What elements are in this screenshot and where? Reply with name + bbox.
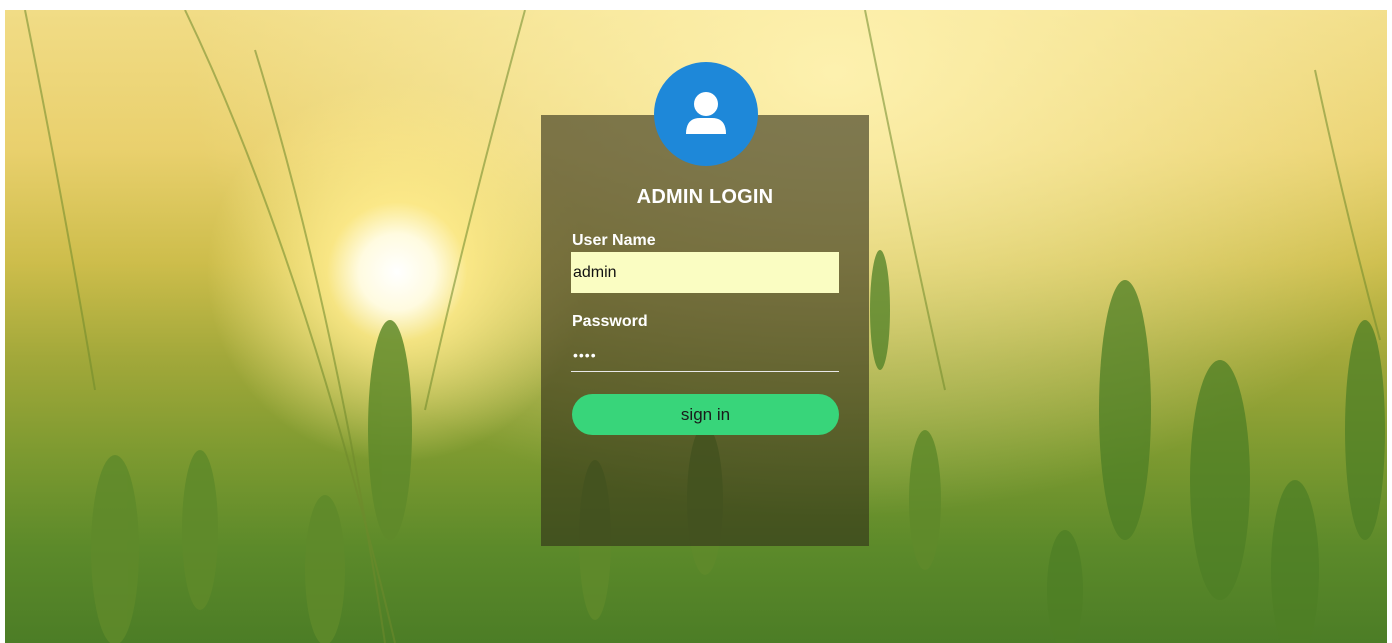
username-label: User Name xyxy=(572,232,656,249)
username-input[interactable] xyxy=(571,252,839,293)
sign-in-button[interactable]: sign in xyxy=(572,394,839,435)
password-label: Password xyxy=(572,313,648,330)
password-input[interactable] xyxy=(571,339,839,372)
login-title: ADMIN LOGIN xyxy=(636,186,774,208)
login-page: ADMIN LOGIN User Name Password sign in xyxy=(0,0,1392,643)
avatar xyxy=(654,62,758,166)
user-icon xyxy=(686,92,726,134)
